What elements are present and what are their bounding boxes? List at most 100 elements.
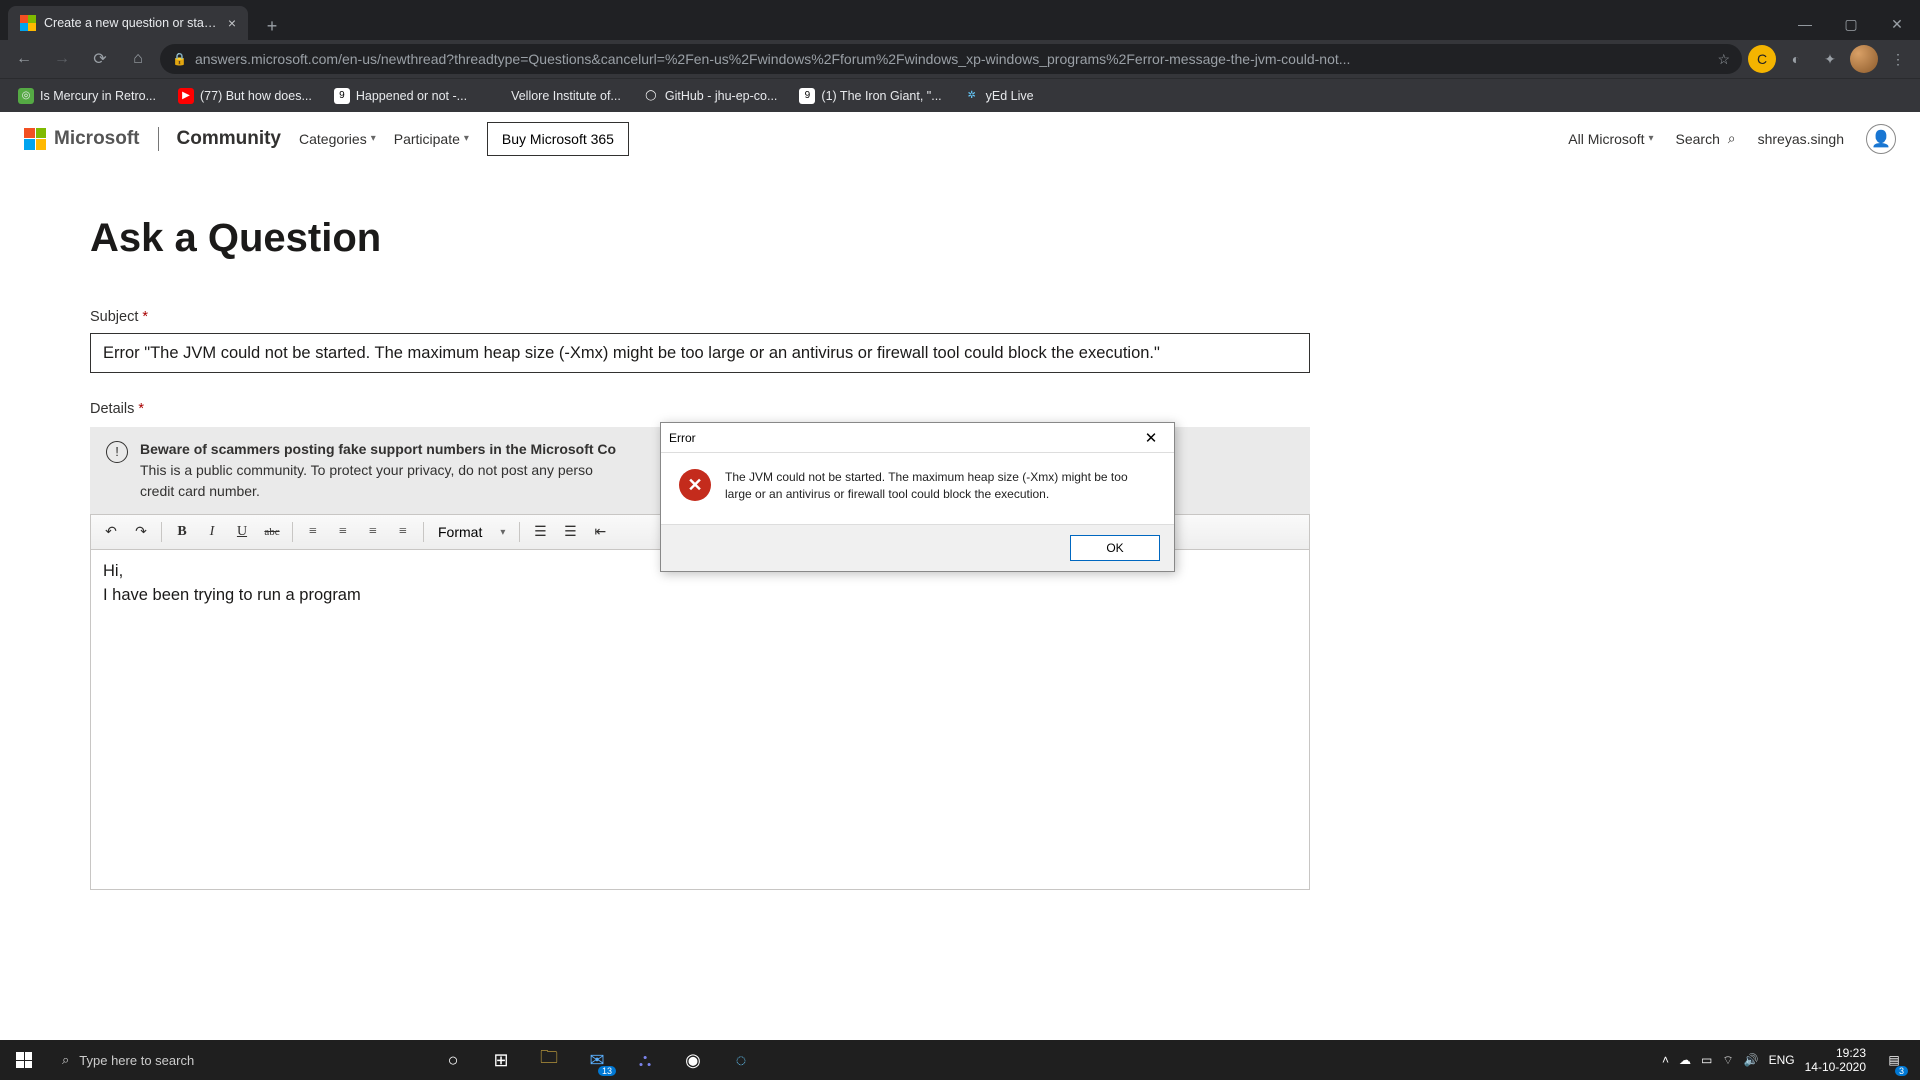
github-icon: ◯ bbox=[643, 88, 659, 104]
clock-date: 14-10-2020 bbox=[1805, 1060, 1866, 1074]
address-row: ← → ⟳ ⌂ 🔒 answers.microsoft.com/en-us/ne… bbox=[0, 40, 1920, 78]
error-icon: ✕ bbox=[679, 469, 711, 501]
search-icon: ⌕ bbox=[62, 1052, 69, 1068]
home-button[interactable]: ⌂ bbox=[122, 43, 154, 75]
chevron-down-icon: ▾ bbox=[464, 133, 469, 144]
tray-chevron-icon[interactable]: ˄ bbox=[1662, 1053, 1669, 1067]
forward-button[interactable]: → bbox=[46, 43, 78, 75]
maximize-button[interactable]: ▢ bbox=[1828, 8, 1874, 40]
unordered-list-button[interactable]: ☰ bbox=[556, 518, 584, 546]
browser-tab[interactable]: Create a new question or start a × bbox=[8, 6, 248, 40]
profile-avatar[interactable] bbox=[1850, 45, 1878, 73]
microsoft-favicon bbox=[20, 15, 36, 31]
bookmark-star-icon[interactable]: ☆ bbox=[1717, 51, 1730, 68]
dialog-message: The JVM could not be started. The maximu… bbox=[725, 469, 1156, 504]
format-dropdown[interactable]: Format▾ bbox=[430, 524, 513, 540]
action-center-icon[interactable]: ▤3 bbox=[1876, 1040, 1912, 1080]
details-editor[interactable]: Hi, I have been trying to run a program bbox=[90, 550, 1310, 890]
task-view-icon[interactable]: ⊞ bbox=[478, 1040, 524, 1080]
mail-icon[interactable]: ✉13 bbox=[574, 1040, 620, 1080]
close-window-button[interactable]: ✕ bbox=[1874, 8, 1920, 40]
brand-text: Microsoft bbox=[54, 128, 140, 150]
language-indicator[interactable]: ENG bbox=[1769, 1053, 1795, 1067]
details-label: Details * bbox=[90, 401, 1830, 417]
app-icon[interactable]: ◌ bbox=[718, 1040, 764, 1080]
file-explorer-icon[interactable]: 🗀 bbox=[526, 1040, 572, 1080]
ok-button[interactable]: OK bbox=[1070, 535, 1160, 561]
page-content: Microsoft Community Categories▾ Particip… bbox=[0, 112, 1920, 1040]
url-text: answers.microsoft.com/en-us/newthread?th… bbox=[195, 51, 1351, 67]
search-icon: ⌕ bbox=[1724, 130, 1736, 147]
all-microsoft-dropdown[interactable]: All Microsoft▾ bbox=[1568, 131, 1653, 147]
page-title: Ask a Question bbox=[90, 216, 1830, 261]
cortana-icon[interactable]: ○ bbox=[430, 1040, 476, 1080]
community-link[interactable]: Community bbox=[177, 128, 282, 150]
chevron-down-icon: ▾ bbox=[1648, 133, 1653, 144]
info-icon: ! bbox=[106, 441, 128, 463]
battery-icon[interactable]: ▭ bbox=[1701, 1053, 1712, 1067]
error-dialog: Error ✕ ✕ The JVM could not be started. … bbox=[660, 422, 1175, 572]
redo-button[interactable]: ↷ bbox=[127, 518, 155, 546]
categories-dropdown[interactable]: Categories▾ bbox=[299, 131, 376, 147]
address-bar[interactable]: 🔒 answers.microsoft.com/en-us/newthread?… bbox=[160, 44, 1742, 74]
microsoft-logo[interactable]: Microsoft bbox=[24, 128, 140, 150]
outdent-button[interactable]: ⇤ bbox=[586, 518, 614, 546]
search-placeholder: Type here to search bbox=[79, 1053, 194, 1068]
close-tab-icon[interactable]: × bbox=[228, 15, 236, 31]
site-header: Microsoft Community Categories▾ Particip… bbox=[0, 112, 1920, 166]
windows-taskbar: ⌕ Type here to search ○ ⊞ 🗀 ✉13 ⛬ ◉ ◌ ˄ … bbox=[0, 1040, 1920, 1080]
start-button[interactable] bbox=[0, 1040, 48, 1080]
wifi-icon[interactable]: ⌔ bbox=[1722, 1053, 1733, 1068]
extension-icon[interactable]: C bbox=[1748, 45, 1776, 73]
underline-button[interactable]: U bbox=[228, 518, 256, 546]
kebab-menu-icon[interactable]: ⋮ bbox=[1884, 45, 1912, 73]
participate-dropdown[interactable]: Participate▾ bbox=[394, 131, 469, 147]
strikethrough-button[interactable]: abc bbox=[258, 518, 286, 546]
align-justify-button[interactable]: ≡ bbox=[389, 518, 417, 546]
lock-icon: 🔒 bbox=[172, 52, 187, 66]
search-button[interactable]: Search ⌕ bbox=[1676, 130, 1736, 147]
chrome-icon[interactable]: ◉ bbox=[670, 1040, 716, 1080]
bookmark-item[interactable]: ✲yEd Live bbox=[964, 88, 1034, 104]
bookmark-item[interactable]: ▶(77) But how does... bbox=[178, 88, 312, 104]
extension-icon[interactable]: ◐ bbox=[1782, 45, 1810, 73]
buy-microsoft-365-button[interactable]: Buy Microsoft 365 bbox=[487, 122, 629, 156]
bookmark-item[interactable]: ◯GitHub - jhu-ep-co... bbox=[643, 88, 778, 104]
chevron-down-icon: ▾ bbox=[371, 133, 376, 144]
subject-input[interactable] bbox=[90, 333, 1310, 373]
dialog-titlebar[interactable]: Error ✕ bbox=[661, 423, 1174, 453]
align-right-button[interactable]: ≡ bbox=[359, 518, 387, 546]
bookmarks-bar: ◎Is Mercury in Retro... ▶(77) But how do… bbox=[0, 78, 1920, 112]
extensions-menu-icon[interactable]: ✦ bbox=[1816, 45, 1844, 73]
align-center-button[interactable]: ≡ bbox=[329, 518, 357, 546]
user-name[interactable]: shreyas.singh bbox=[1758, 131, 1844, 147]
minimize-button[interactable]: ― bbox=[1782, 8, 1828, 40]
clock-time: 19:23 bbox=[1805, 1046, 1866, 1060]
user-avatar-icon[interactable]: 👤 bbox=[1866, 124, 1896, 154]
bookmark-item[interactable]: 9Happened or not -... bbox=[334, 88, 467, 104]
system-tray: ˄ ☁ ▭ ⌔ 🔊 ENG 19:23 14-10-2020 ▤3 bbox=[1662, 1040, 1920, 1080]
onedrive-icon[interactable]: ☁ bbox=[1679, 1053, 1691, 1067]
align-left-button[interactable]: ≡ bbox=[299, 518, 327, 546]
divider bbox=[158, 127, 159, 151]
bold-button[interactable]: B bbox=[168, 518, 196, 546]
volume-icon[interactable]: 🔊 bbox=[1744, 1053, 1759, 1067]
browser-chrome: Create a new question or start a × + ― ▢… bbox=[0, 0, 1920, 112]
ordered-list-button[interactable]: ☰ bbox=[526, 518, 554, 546]
bookmark-item[interactable]: Vellore Institute of... bbox=[489, 88, 621, 104]
dialog-title: Error bbox=[669, 431, 696, 445]
bookmark-item[interactable]: ◎Is Mercury in Retro... bbox=[18, 88, 156, 104]
undo-button[interactable]: ↶ bbox=[97, 518, 125, 546]
dialog-close-button[interactable]: ✕ bbox=[1136, 427, 1166, 449]
clock[interactable]: 19:23 14-10-2020 bbox=[1805, 1046, 1866, 1075]
extensions: C ◐ ✦ ⋮ bbox=[1748, 45, 1912, 73]
bookmark-item[interactable]: 9(1) The Iron Giant, "... bbox=[799, 88, 941, 104]
tab-title: Create a new question or start a bbox=[44, 16, 220, 30]
back-button[interactable]: ← bbox=[8, 43, 40, 75]
reload-button[interactable]: ⟳ bbox=[84, 43, 116, 75]
teams-icon[interactable]: ⛬ bbox=[622, 1040, 668, 1080]
italic-button[interactable]: I bbox=[198, 518, 226, 546]
new-tab-button[interactable]: + bbox=[258, 12, 286, 40]
chevron-down-icon: ▾ bbox=[500, 527, 505, 538]
taskbar-search[interactable]: ⌕ Type here to search bbox=[48, 1040, 428, 1080]
